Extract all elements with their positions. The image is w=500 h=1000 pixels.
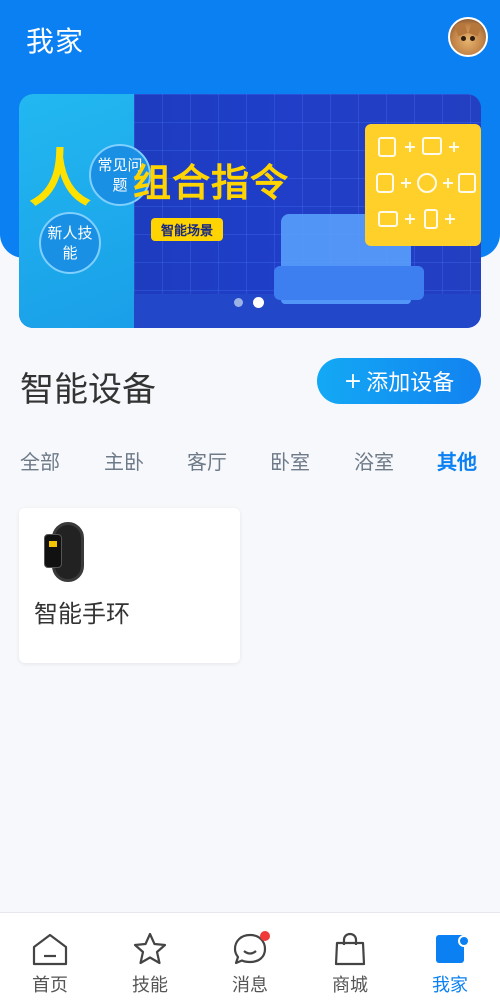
shopping-bag-icon xyxy=(334,932,366,966)
tab-master-bedroom[interactable]: 主卧 xyxy=(104,446,144,475)
room-tabs: 全部 主卧 客厅 卧室 浴室 其他 xyxy=(0,446,500,476)
nav-label-my-home: 我家 xyxy=(432,975,468,996)
star-icon xyxy=(133,932,167,965)
carousel-dot-1[interactable] xyxy=(234,298,243,307)
my-home-badge-dot xyxy=(458,935,470,947)
device-card-smart-band[interactable]: 智能手环 xyxy=(19,508,240,663)
sofa-seat-illustration xyxy=(274,266,424,300)
avatar-ear-left xyxy=(454,21,468,37)
nav-label-home: 首页 xyxy=(32,975,68,996)
message-badge-dot xyxy=(260,931,270,941)
tab-bedroom[interactable]: 卧室 xyxy=(270,446,310,475)
avatar-eye-right xyxy=(470,36,475,41)
band-face xyxy=(44,534,62,568)
add-device-label: 添加设备 xyxy=(366,371,455,396)
banner-screen-illustration xyxy=(365,124,481,246)
tab-living-room[interactable]: 客厅 xyxy=(187,446,227,475)
tab-all[interactable]: 全部 xyxy=(20,446,60,475)
page-root: 我家 人 常见问题 新人技能 组合指令 智能场景 智能设备 + 添加设备 全部 … xyxy=(0,0,500,1000)
carousel-dot-2-active[interactable] xyxy=(253,297,264,308)
section-title-smart-devices: 智能设备 xyxy=(20,370,156,410)
plus-icon: + xyxy=(343,368,363,394)
nav-label-mall: 商城 xyxy=(332,975,368,996)
nav-item-home[interactable]: 首页 xyxy=(0,913,100,1000)
banner-big-character: 人 xyxy=(29,142,92,215)
tab-bathroom[interactable]: 浴室 xyxy=(354,446,394,475)
smart-band-icon xyxy=(44,522,86,582)
banner-title: 组合指令 xyxy=(133,161,290,205)
nav-item-messages[interactable]: 消息 xyxy=(200,913,300,1000)
scene-icons-graphic xyxy=(376,137,476,229)
add-device-button[interactable]: + 添加设备 xyxy=(317,358,481,404)
page-title: 我家 xyxy=(26,25,85,58)
nav-item-my-home[interactable]: 我家 xyxy=(400,913,500,1000)
nav-item-mall[interactable]: 商城 xyxy=(300,913,400,1000)
tab-other[interactable]: 其他 xyxy=(437,446,477,475)
bottom-navigation: 首页 技能 消息 商城 我家 xyxy=(0,912,500,1000)
nav-item-skills[interactable]: 技能 xyxy=(100,913,200,1000)
nav-label-skills: 技能 xyxy=(132,975,168,996)
home-icon xyxy=(32,933,68,966)
avatar-eye-left xyxy=(461,36,466,41)
banner-tag: 智能场景 xyxy=(151,218,224,241)
cat-avatar-icon[interactable] xyxy=(448,17,488,57)
promo-banner[interactable]: 人 常见问题 新人技能 组合指令 智能场景 xyxy=(19,94,481,328)
nav-label-messages: 消息 xyxy=(232,975,268,996)
avatar-ear-right xyxy=(468,21,482,37)
banner-bubble-newbie: 新人技能 xyxy=(39,212,101,274)
device-name: 智能手环 xyxy=(34,600,130,628)
